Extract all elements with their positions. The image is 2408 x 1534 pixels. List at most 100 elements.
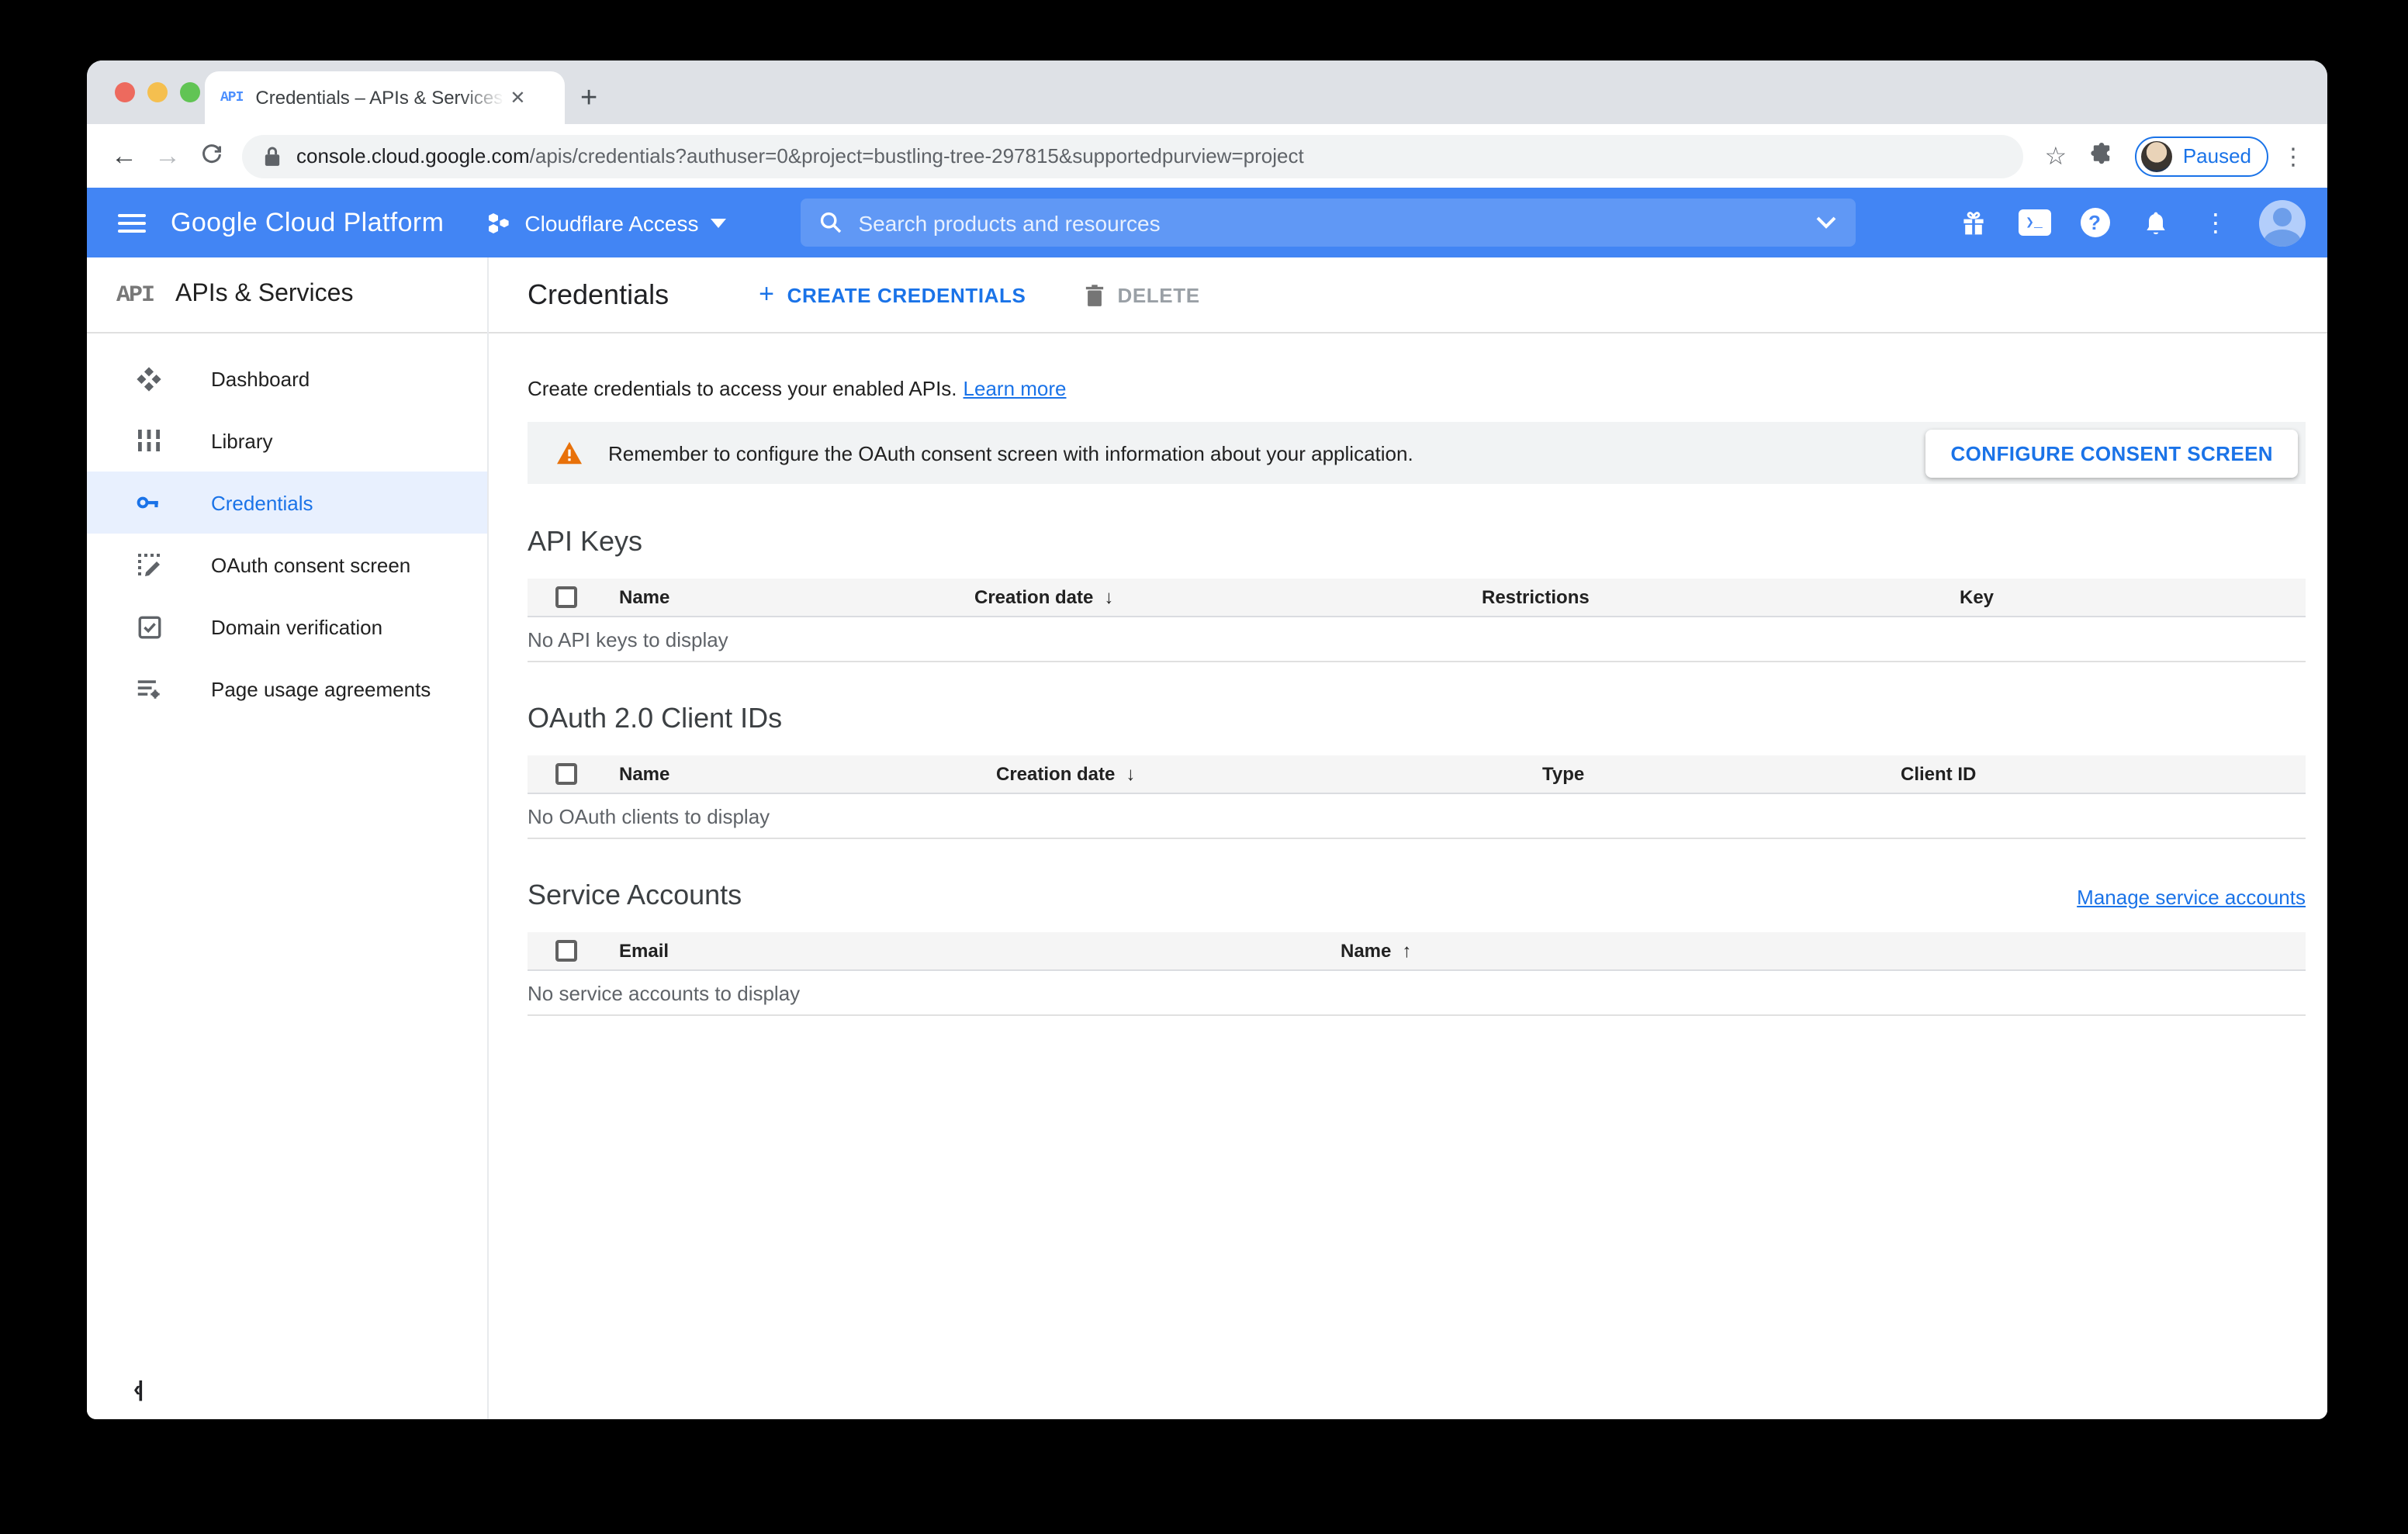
column-header-creation-date[interactable]: Creation date↓ [996, 763, 1542, 785]
column-header-restrictions[interactable]: Restrictions [1482, 586, 1960, 608]
search-icon [820, 211, 843, 234]
domain-verification-icon [137, 614, 161, 639]
column-header-client-id[interactable]: Client ID [1901, 763, 2306, 785]
intro-text: Create credentials to access your enable… [528, 377, 2306, 400]
table-header: Name Creation date↓ Restrictions Key [528, 579, 2306, 617]
browser-toolbar: ← → console.cloud.google.com/apis/creden… [87, 124, 2327, 188]
sort-desc-icon: ↓ [1126, 763, 1135, 785]
url-domain: console.cloud.google.com [296, 144, 530, 168]
main-panel: Credentials + CREATE CREDENTIALS DELETE … [489, 257, 2327, 1419]
select-all-checkbox[interactable] [555, 586, 577, 608]
learn-more-link[interactable]: Learn more [964, 377, 1067, 400]
search-chevron-down-icon[interactable] [1816, 216, 1838, 230]
key-icon [137, 490, 161, 515]
trash-icon [1085, 283, 1105, 306]
column-header-name[interactable]: Name↑ [1341, 940, 2306, 962]
window-controls [115, 82, 200, 102]
toolbar-right: ☆ Paused ⋮ [2036, 136, 2312, 176]
back-icon[interactable]: ← [102, 143, 146, 169]
manage-service-accounts-link[interactable]: Manage service accounts [2077, 886, 2306, 909]
sidebar-title: APIs & Services [175, 281, 353, 309]
sort-asc-icon: ↑ [1402, 940, 1411, 962]
sidebar-item-credentials[interactable]: Credentials [87, 472, 487, 534]
table-header: Email Name↑ [528, 932, 2306, 971]
gcp-header: Google Cloud Platform Cloudflare Access [87, 188, 2327, 257]
select-all-checkbox[interactable] [555, 763, 577, 785]
sidebar-item-label: Dashboard [211, 367, 310, 390]
column-header-name[interactable]: Name [619, 763, 996, 785]
hamburger-menu-icon[interactable] [118, 213, 146, 232]
new-tab-button[interactable]: + [580, 84, 597, 113]
search-bar[interactable] [801, 199, 1856, 247]
column-header-email[interactable]: Email [619, 940, 1341, 962]
table-header: Name Creation date↓ Type Client ID [528, 755, 2306, 794]
header-icons: ❯_ ? ⋮ [1929, 199, 2306, 246]
cloud-shell-icon[interactable]: ❯_ [2014, 202, 2054, 243]
empty-state-text: No service accounts to display [528, 971, 2306, 1016]
warning-text: Remember to configure the OAuth consent … [608, 441, 1413, 465]
url-text: console.cloud.google.com/apis/credential… [296, 144, 1304, 168]
gcp-logo[interactable]: Google Cloud Platform [171, 207, 444, 238]
section-service-accounts: Service Accounts Manage service accounts… [528, 839, 2306, 1016]
section-heading: Service Accounts [528, 879, 742, 912]
page-content: Create credentials to access your enable… [489, 333, 2327, 1016]
page-header: Credentials + CREATE CREDENTIALS DELETE [489, 257, 2327, 333]
app-body: API APIs & Services Dashboard Lib [87, 257, 2327, 1419]
project-selector[interactable]: Cloudflare Access [487, 210, 726, 235]
search-input[interactable] [859, 210, 1816, 235]
browser-window: API Credentials – APIs & Services – ✕ + … [87, 60, 2327, 1419]
sidebar: API APIs & Services Dashboard Lib [87, 257, 489, 1419]
column-header-type[interactable]: Type [1542, 763, 1901, 785]
lock-icon [264, 145, 281, 167]
create-credentials-button[interactable]: + CREATE CREDENTIALS [759, 279, 1026, 310]
delete-button[interactable]: DELETE [1085, 283, 1199, 306]
close-window-button[interactable] [115, 82, 135, 102]
more-options-icon[interactable]: ⋮ [2195, 202, 2236, 243]
bookmark-star-icon[interactable]: ☆ [2036, 140, 2076, 171]
extensions-puzzle-icon[interactable] [2082, 136, 2123, 176]
sidebar-item-oauth-consent-screen[interactable]: OAuth consent screen [87, 534, 487, 596]
sidebar-header: API APIs & Services [87, 257, 487, 333]
select-all-checkbox[interactable] [555, 940, 577, 962]
library-icon [137, 428, 161, 453]
sidebar-item-dashboard[interactable]: Dashboard [87, 347, 487, 409]
browser-tab[interactable]: API Credentials – APIs & Services – ✕ [205, 71, 565, 124]
api-logo-icon: API [116, 282, 154, 308]
sidebar-item-label: Credentials [211, 491, 313, 514]
help-icon[interactable]: ? [2074, 202, 2115, 243]
zoom-window-button[interactable] [180, 82, 200, 102]
reload-icon[interactable] [189, 142, 233, 170]
column-header-name[interactable]: Name [619, 586, 974, 608]
column-header-key[interactable]: Key [1960, 586, 2306, 608]
forward-icon[interactable]: → [146, 143, 189, 169]
configure-consent-screen-button[interactable]: CONFIGURE CONSENT SCREEN [1925, 429, 2298, 477]
account-avatar[interactable] [2259, 199, 2306, 246]
gift-icon[interactable] [1953, 202, 1994, 243]
oauth-warning-banner: Remember to configure the OAuth consent … [528, 422, 2306, 484]
profile-status-label: Paused [2183, 144, 2251, 168]
address-bar[interactable]: console.cloud.google.com/apis/credential… [242, 134, 2023, 178]
tab-strip: API Credentials – APIs & Services – ✕ + [87, 60, 2327, 124]
sidebar-nav: Dashboard Library Credentials [87, 333, 487, 720]
section-heading: OAuth 2.0 Client IDs [528, 703, 782, 735]
sort-desc-icon: ↓ [1104, 586, 1113, 608]
column-header-creation-date[interactable]: Creation date↓ [974, 586, 1482, 608]
sidebar-item-page-usage-agreements[interactable]: Page usage agreements [87, 658, 487, 720]
sidebar-item-label: OAuth consent screen [211, 553, 410, 576]
sidebar-item-library[interactable]: Library [87, 409, 487, 472]
sidebar-item-domain-verification[interactable]: Domain verification [87, 596, 487, 658]
page-title: Credentials [528, 278, 669, 311]
tab-favicon-api-icon: API [220, 90, 243, 105]
browser-menu-icon[interactable]: ⋮ [2275, 142, 2312, 170]
sidebar-collapse-icon[interactable]: ‹| [133, 1376, 140, 1401]
section-oauth-client-ids: OAuth 2.0 Client IDs Name Creation date↓… [528, 662, 2306, 839]
screen: API Credentials – APIs & Services – ✕ + … [0, 0, 2408, 1534]
tab-close-icon[interactable]: ✕ [510, 87, 525, 109]
minimize-window-button[interactable] [147, 82, 168, 102]
empty-state-text: No API keys to display [528, 617, 2306, 662]
tab-title: Credentials – APIs & Services – [255, 87, 503, 109]
project-hexagons-icon [487, 210, 512, 235]
profile-paused-pill[interactable]: Paused [2135, 136, 2268, 176]
notifications-bell-icon[interactable] [2135, 202, 2175, 243]
agreements-icon [137, 676, 161, 701]
